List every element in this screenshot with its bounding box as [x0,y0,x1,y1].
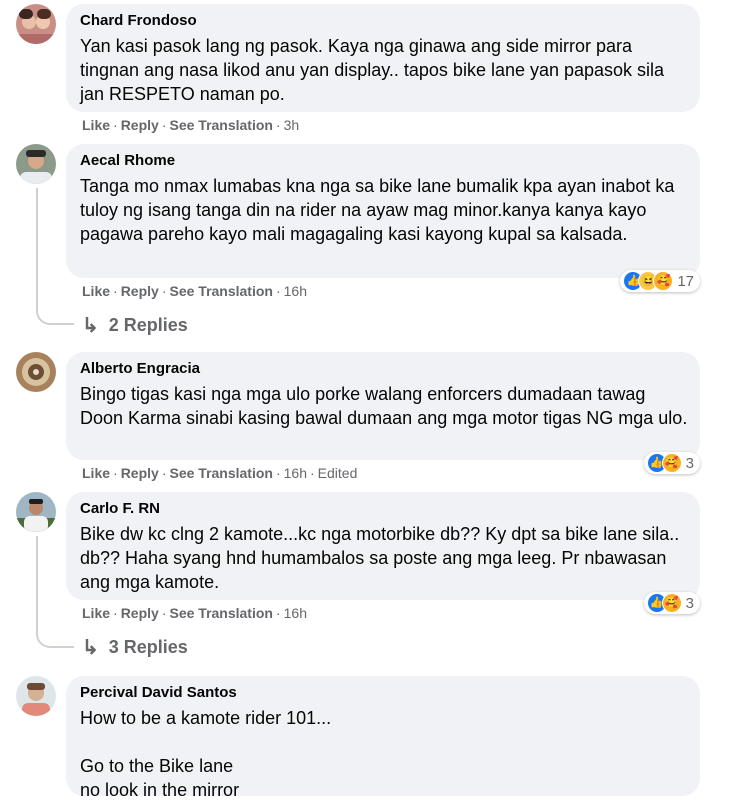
reactions-summary[interactable]: 👍 🥰 3 [643,592,700,614]
comment-text: Bingo tigas kasi nga mga ulo porke walan… [80,384,688,428]
comment-timestamp[interactable]: 16h [284,465,307,481]
avatar[interactable] [16,492,56,532]
avatar[interactable] [16,144,56,184]
comment-timestamp[interactable]: 3h [284,117,300,133]
reply-arrow-icon: ↳ [82,637,99,659]
comment-text: Tanga mo nmax lumabas kna nga sa bike la… [80,176,675,244]
see-translation-link[interactable]: See Translation [169,465,272,481]
reply-button[interactable]: Reply [121,465,159,481]
avatar[interactable] [16,352,56,392]
reply-button[interactable]: Reply [121,117,159,133]
comment-bubble: Carlo F. RN Bike dw kc clng 2 kamote...k… [66,492,700,600]
see-translation-link[interactable]: See Translation [169,283,272,299]
reactions-summary[interactable]: 👍 😆 🥰 17 [620,270,700,292]
comment-timestamp[interactable]: 16h [284,605,307,621]
comment-author[interactable]: Alberto Engracia [80,360,688,378]
comment-author[interactable]: Carlo F. RN [80,500,688,518]
like-button[interactable]: Like [82,465,110,481]
like-button[interactable]: Like [82,283,110,299]
care-icon: 🥰 [661,453,682,473]
comment-author[interactable]: Chard Frondoso [80,12,688,30]
comments-page: Chard Frondoso Yan kasi pasok lang ng pa… [0,0,750,800]
comment-text: Bike dw kc clng 2 kamote...kc nga motorb… [80,524,680,592]
comment-text: How to be a kamote rider 101... Go to th… [80,708,332,800]
reactions-summary[interactable]: 👍 🥰 3 [643,452,700,474]
comment-text: Yan kasi pasok lang ng pasok. Kaya nga g… [80,36,665,104]
comment-actions: Like · Reply · See Translation · 16h [82,283,307,299]
reply-arrow-icon: ↳ [82,315,99,337]
reply-button[interactable]: Reply [121,283,159,299]
replies-label: 2 Replies [108,315,188,335]
comment-actions: Like · Reply · See Translation · 3h [82,117,300,133]
care-icon: 🥰 [661,593,682,613]
comment-author[interactable]: Aecal Rhome [80,152,688,170]
replies-label: 3 Replies [108,637,188,657]
care-icon: 🥰 [653,271,674,291]
view-replies-button[interactable]: ↳ 3 Replies [82,635,188,660]
comment-actions: Like · Reply · See Translation · 16h · Edited [82,465,358,481]
comment-bubble: Aecal Rhome Tanga mo nmax lumabas kna ng… [66,144,700,278]
see-translation-link[interactable]: See Translation [169,605,272,621]
comment-bubble: Chard Frondoso Yan kasi pasok lang ng pa… [66,4,700,112]
comment-bubble: Alberto Engracia Bingo tigas kasi nga mg… [66,352,700,460]
avatar[interactable] [16,4,56,44]
like-button[interactable]: Like [82,605,110,621]
avatar[interactable] [16,676,56,716]
reaction-count: 17 [677,272,694,290]
like-button[interactable]: Like [82,117,110,133]
view-replies-button[interactable]: ↳ 2 Replies [82,313,188,338]
reply-button[interactable]: Reply [121,605,159,621]
comment-actions: Like · Reply · See Translation · 16h [82,605,307,621]
reaction-count: 3 [685,454,694,472]
comment-author[interactable]: Percival David Santos [80,684,688,702]
edited-label[interactable]: Edited [318,465,358,481]
reaction-count: 3 [685,594,694,612]
see-translation-link[interactable]: See Translation [169,117,272,133]
comment-timestamp[interactable]: 16h [284,283,307,299]
comment-bubble: Percival David Santos How to be a kamote… [66,676,700,800]
